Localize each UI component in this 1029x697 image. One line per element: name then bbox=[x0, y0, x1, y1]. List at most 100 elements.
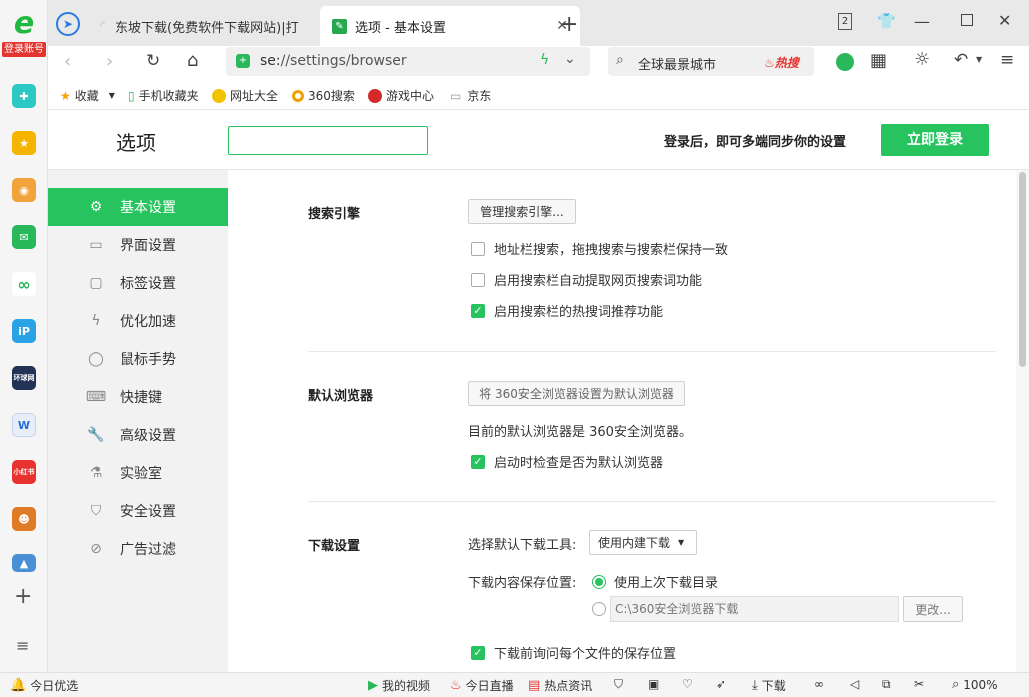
sound-icon[interactable]: ◁ bbox=[850, 677, 859, 691]
nav-mouse-gesture[interactable]: ◯ 鼠标手势 bbox=[48, 340, 228, 378]
download-settings-title: 下载设置 bbox=[308, 539, 361, 554]
home-icon[interactable]: ⌂ bbox=[187, 50, 198, 71]
browser-logo-icon[interactable]: e bbox=[10, 9, 38, 40]
brightness-icon[interactable]: ☼ bbox=[914, 49, 930, 70]
image-icon[interactable]: ▣ bbox=[648, 677, 659, 691]
chevron-down-icon: ▼ bbox=[678, 538, 685, 547]
tab-dongpo[interactable]: ◜ 东坡下载(免费软件下载网站)|打 bbox=[98, 6, 320, 46]
checkbox-checked[interactable]: ✓ bbox=[471, 303, 485, 318]
apps-grid-icon[interactable]: ▦ bbox=[870, 50, 887, 71]
radio-selected[interactable] bbox=[592, 574, 606, 589]
tab-count-badge[interactable]: 2 bbox=[838, 13, 852, 30]
option-hot-words[interactable]: ✓ 启用搜索栏的热搜词推荐功能 bbox=[471, 301, 663, 320]
option-check-default[interactable]: ✓ 启动时检查是否为默认浏览器 bbox=[471, 452, 663, 471]
nav-tab-settings[interactable]: ▢ 标签设置 bbox=[48, 264, 228, 302]
maximize-icon[interactable] bbox=[961, 14, 973, 26]
nav-shortcuts[interactable]: ⌨ 快捷键 bbox=[48, 378, 228, 416]
star-icon[interactable]: ★ bbox=[12, 131, 36, 155]
news-icon[interactable]: 环球网 bbox=[12, 366, 36, 390]
scissors-icon[interactable]: ✂ bbox=[914, 677, 924, 691]
nav-lab[interactable]: ⚗ 实验室 bbox=[48, 454, 228, 492]
download-status[interactable]: ⤓ 下载 bbox=[752, 677, 786, 694]
section-divider bbox=[308, 351, 996, 352]
radio-last-directory[interactable]: 使用上次下载目录 bbox=[592, 572, 718, 591]
chevron-down-icon[interactable]: ⌄ bbox=[564, 51, 576, 67]
heart-icon[interactable]: ♡ bbox=[682, 677, 693, 691]
video-icon: ▶ bbox=[368, 678, 378, 693]
checkbox-checked[interactable]: ✓ bbox=[471, 454, 485, 469]
manage-search-engines-button[interactable]: 管理搜索引擎... bbox=[468, 199, 576, 224]
forward-icon[interactable]: › bbox=[106, 51, 113, 72]
cloud-link-icon[interactable]: ∞ bbox=[12, 272, 36, 296]
menu-icon[interactable]: ≡ bbox=[1000, 50, 1014, 70]
download-tool-label: 选择默认下载工具: bbox=[468, 538, 577, 553]
minimize-icon[interactable]: — bbox=[914, 12, 930, 31]
bookmark-mobile[interactable]: ▯ 手机收藏夹 bbox=[128, 87, 199, 104]
zoom-level[interactable]: ⌕ 100% bbox=[952, 677, 998, 692]
add-icon[interactable]: + bbox=[14, 584, 32, 609]
new-tab-icon[interactable]: + bbox=[560, 12, 578, 37]
bookmark-jd[interactable]: ▭ 京东 bbox=[450, 87, 491, 104]
rocket-icon[interactable]: ➶ bbox=[716, 677, 726, 691]
change-path-button[interactable]: 更改... bbox=[903, 596, 963, 622]
mouse-icon: ◯ bbox=[88, 351, 104, 367]
shield-status-icon[interactable]: ⛉ bbox=[614, 677, 623, 692]
url-field[interactable]: + se://settings/browser ϟ ⌄ bbox=[226, 47, 590, 76]
undo-icon[interactable]: ↶ bbox=[954, 50, 968, 70]
navigation-compass-icon[interactable]: ➤ bbox=[56, 12, 80, 36]
settings-wrench-icon: ✎ bbox=[332, 18, 347, 34]
today-picks[interactable]: 🔔 今日优选 bbox=[10, 677, 78, 694]
nav-security[interactable]: ⛉ 安全设置 bbox=[48, 492, 228, 530]
bookmark-game-center[interactable]: 游戏中心 bbox=[368, 87, 434, 104]
ip-icon[interactable]: iP bbox=[12, 319, 36, 343]
close-window-icon[interactable]: ✕ bbox=[998, 11, 1011, 30]
nav-optimize[interactable]: ϟ 优化加速 bbox=[48, 302, 228, 340]
mail-icon[interactable]: ✉ bbox=[12, 225, 36, 249]
checkbox[interactable] bbox=[471, 272, 485, 287]
zoom-icon: ⌕ bbox=[952, 677, 960, 692]
option-addressbar-search[interactable]: 地址栏搜索，拖拽搜索与搜索栏保持一致 bbox=[471, 239, 728, 258]
bookmark-web-directory[interactable]: 网址大全 bbox=[212, 87, 278, 104]
option-extract-search-words[interactable]: 启用搜索栏自动提取网页搜索词功能 bbox=[471, 270, 702, 289]
download-path-field[interactable]: C:\360安全浏览器下载 bbox=[610, 596, 899, 622]
login-account-badge[interactable]: 登录账号 bbox=[2, 42, 46, 57]
wrench-icon: 🔧 bbox=[87, 427, 105, 443]
radio-custom-path[interactable] bbox=[592, 602, 606, 616]
landscape-icon[interactable]: ▲ bbox=[12, 554, 36, 572]
menu-list-icon[interactable]: ≡ bbox=[16, 636, 29, 655]
checkbox-checked[interactable]: ✓ bbox=[471, 645, 485, 660]
my-videos[interactable]: ▶ 我的视频 bbox=[368, 677, 430, 694]
bookmark-favorites[interactable]: ★ 收藏 ▼ bbox=[60, 87, 115, 104]
skin-shirt-icon[interactable]: 👕 bbox=[877, 12, 896, 30]
today-live[interactable]: ♨ 今日直播 bbox=[450, 677, 514, 694]
glasses-icon[interactable]: ∞ bbox=[814, 677, 824, 691]
document-icon[interactable]: W bbox=[12, 413, 36, 437]
hot-news[interactable]: ▤ 热点资讯 bbox=[528, 677, 592, 694]
lightning-icon[interactable]: ϟ bbox=[540, 52, 549, 68]
nav-ad-filter[interactable]: ⊘ 广告过滤 bbox=[48, 530, 228, 568]
nav-interface-settings[interactable]: ▭ 界面设置 bbox=[48, 226, 228, 264]
medical-cross-icon[interactable]: ✚ bbox=[12, 84, 36, 108]
back-icon[interactable]: ‹ bbox=[64, 51, 71, 72]
nav-basic-settings[interactable]: ⚙ 基本设置 bbox=[48, 188, 228, 226]
game-icon[interactable]: ☻ bbox=[12, 507, 36, 531]
redbook-icon[interactable]: 小红书 bbox=[12, 460, 36, 484]
tab-settings[interactable]: ✎ 选项 - 基本设置 ✕ bbox=[320, 6, 580, 46]
checkbox[interactable] bbox=[471, 241, 485, 256]
refresh-icon[interactable]: ↻ bbox=[146, 51, 160, 71]
option-ask-save-location[interactable]: ✓ 下载前询问每个文件的保存位置 bbox=[471, 643, 676, 662]
scroll-thumb[interactable] bbox=[1019, 172, 1026, 367]
login-now-button[interactable]: 立即登录 bbox=[881, 124, 989, 156]
crop-icon[interactable]: ⧉ bbox=[882, 677, 891, 692]
scrollbar[interactable] bbox=[1016, 170, 1029, 672]
settings-search-input[interactable] bbox=[228, 126, 428, 155]
search-field[interactable]: ⌕ 全球最景城市 ♨热搜 bbox=[608, 47, 814, 76]
hot-search-label[interactable]: ♨热搜 bbox=[764, 54, 799, 71]
nav-advanced[interactable]: 🔧 高级设置 bbox=[48, 416, 228, 454]
weibo-icon[interactable]: ◉ bbox=[12, 178, 36, 202]
bookmark-360-search[interactable]: 360搜索 bbox=[292, 87, 355, 104]
set-default-browser-button[interactable]: 将 360安全浏览器设置为默认浏览器 bbox=[468, 381, 685, 406]
undo-dropdown-icon[interactable]: ▼ bbox=[976, 55, 982, 64]
green-book-icon[interactable] bbox=[836, 53, 854, 71]
download-tool-select[interactable]: 使用内建下载 ▼ bbox=[589, 530, 697, 555]
